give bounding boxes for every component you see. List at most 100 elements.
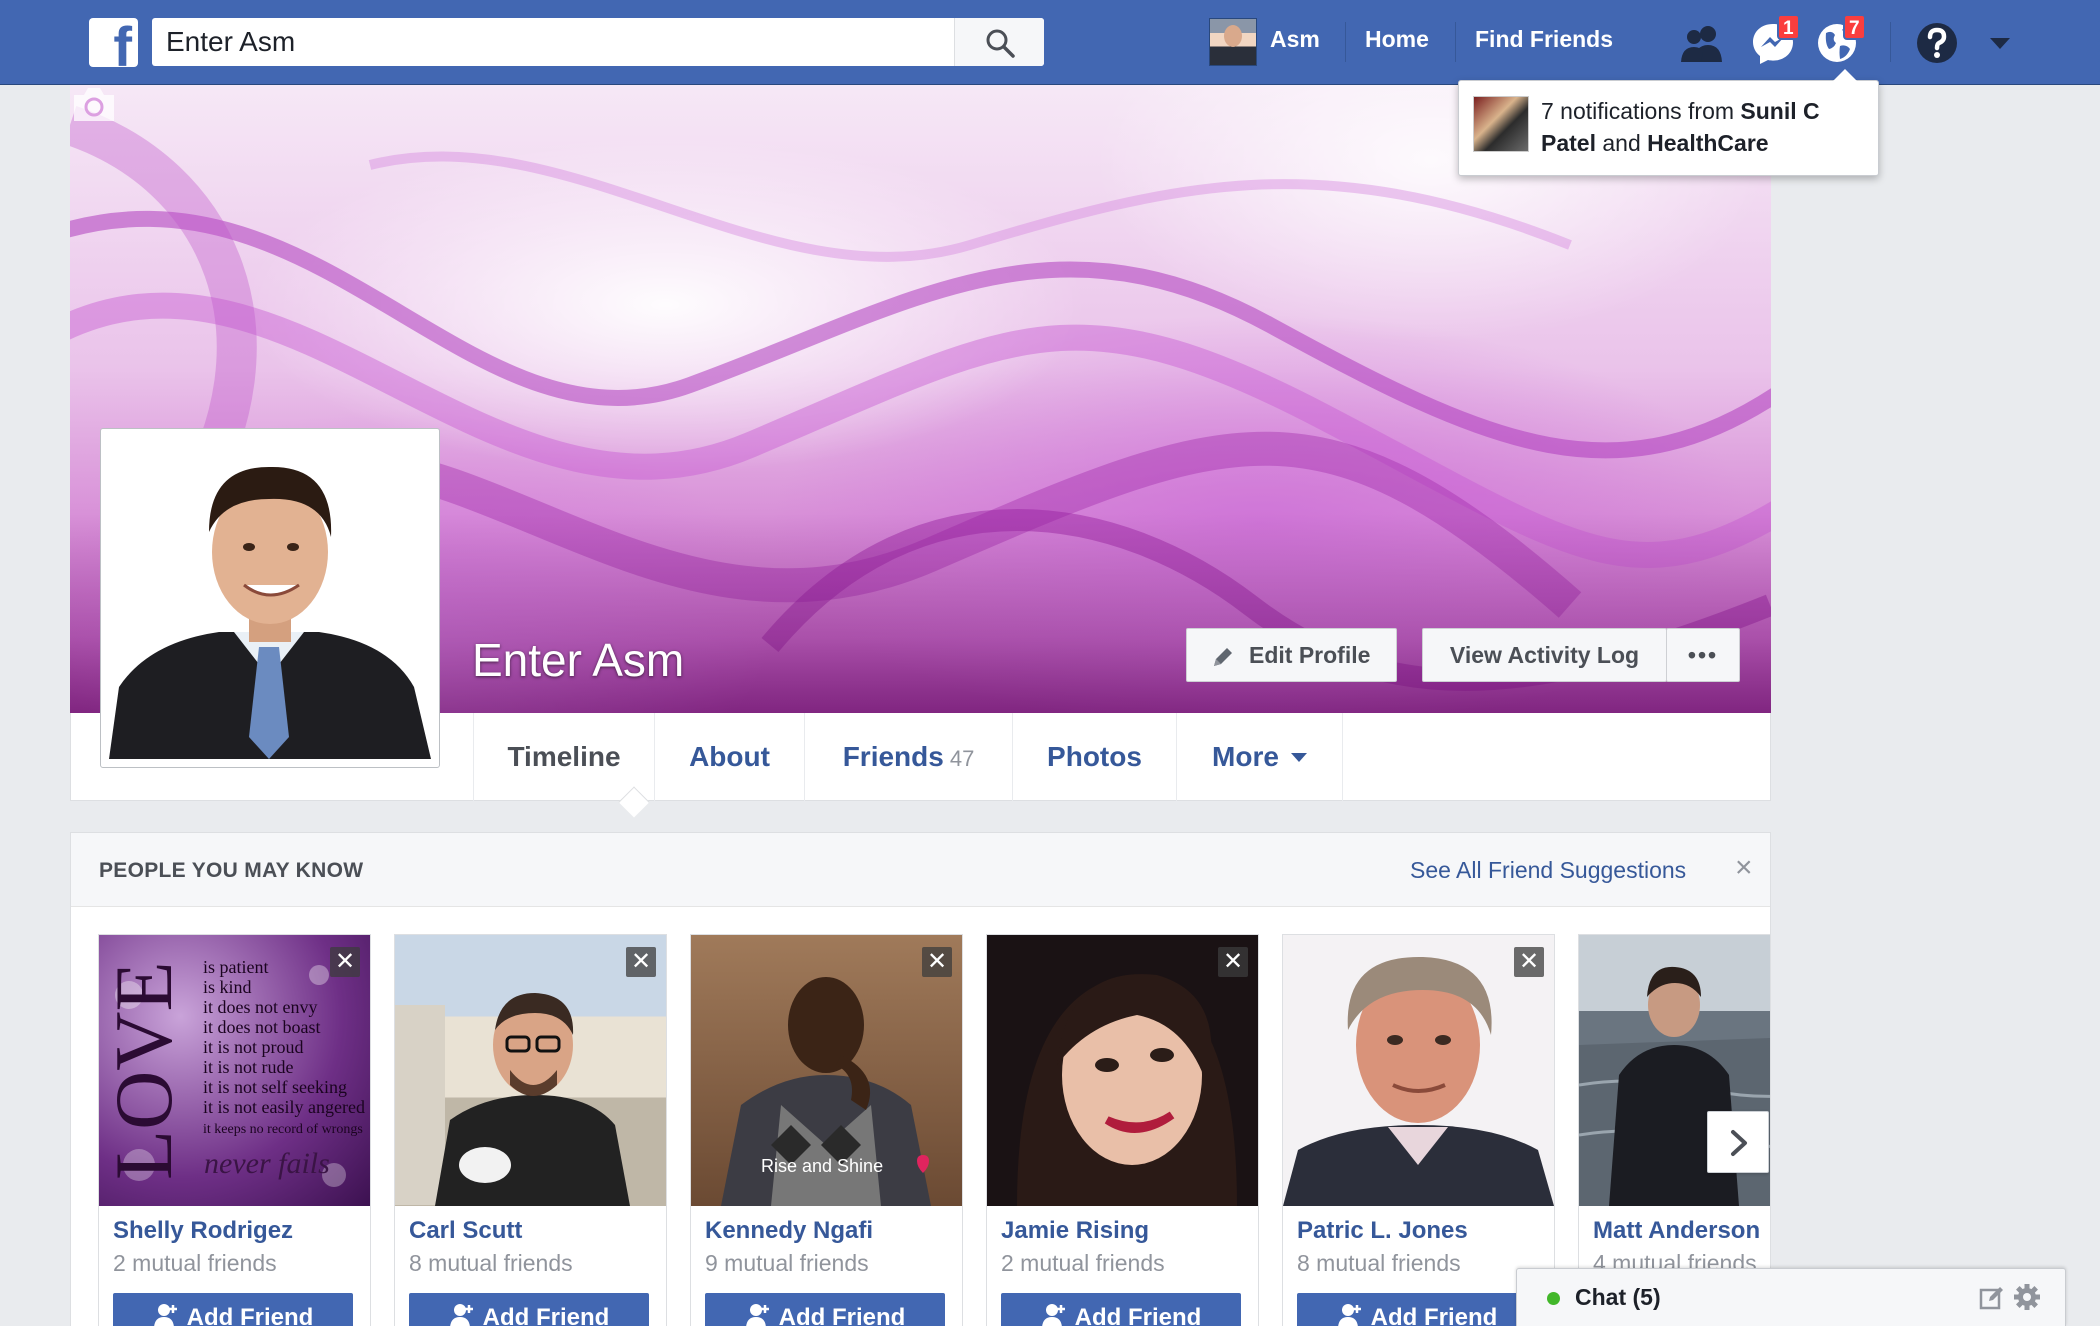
suggestion-name[interactable]: Carl Scutt [409, 1217, 522, 1245]
mutual-friends-count[interactable]: 9 mutual friends [705, 1250, 869, 1277]
notification-thumbnail [1473, 96, 1529, 152]
add-friend-icon [745, 1304, 769, 1326]
tab-about-label: About [689, 741, 770, 772]
notification-popup[interactable]: 7 notifications from Sunil C Patel and H… [1458, 69, 1879, 176]
suggestion-photo[interactable]: ✕ [1283, 935, 1554, 1206]
compose-icon[interactable] [1979, 1285, 2005, 1311]
search-button[interactable] [954, 18, 1044, 66]
love-line: it keeps no record of wrongs [203, 1122, 363, 1137]
profile-portrait [109, 437, 431, 759]
suggestion-name[interactable]: Shelly Rodrigez [113, 1217, 293, 1245]
pymk-title: PEOPLE YOU MAY KNOW [99, 859, 364, 882]
online-status-dot [1547, 1292, 1560, 1305]
mutual-friends-count[interactable]: 8 mutual friends [409, 1250, 573, 1277]
camera-icon[interactable] [70, 85, 118, 125]
suggestion-card: ✕ Carl Scutt 8 mutual friends Add Friend [394, 934, 667, 1326]
mutual-friends-count[interactable]: 2 mutual friends [1001, 1250, 1165, 1277]
add-friend-label: Add Friend [1074, 1304, 1202, 1326]
account-menu-button[interactable] [1985, 18, 2015, 68]
love-line: it does not boast [203, 1017, 321, 1037]
nav-find-friends-link[interactable]: Find Friends [1475, 26, 1613, 53]
tab-timeline[interactable]: Timeline [473, 713, 654, 801]
dismiss-suggestion-button[interactable]: ✕ [626, 947, 656, 977]
next-suggestions-button[interactable] [1707, 1111, 1769, 1173]
notification-connector: and [1595, 130, 1648, 156]
nav-user-avatar[interactable] [1209, 18, 1257, 66]
suggestion-name[interactable]: Kennedy Ngafi [705, 1217, 873, 1245]
tab-more[interactable]: More [1176, 713, 1343, 801]
caret-down-icon [1990, 38, 2010, 49]
mutual-friends-count[interactable]: 2 mutual friends [113, 1250, 277, 1277]
suggestion-photo[interactable]: Rise and Shine ✕ [691, 935, 962, 1206]
tab-about[interactable]: About [654, 713, 804, 801]
see-all-friend-suggestions-link[interactable]: See All Friend Suggestions [1410, 857, 1686, 884]
help-icon [1917, 23, 1957, 63]
nav-user-name[interactable]: Asm [1270, 26, 1320, 53]
add-friend-icon [1337, 1304, 1361, 1326]
help-button[interactable] [1912, 18, 1962, 68]
love-never-fails: never fails [204, 1147, 330, 1180]
view-activity-log-button[interactable]: View Activity Log [1422, 628, 1667, 682]
add-friend-button[interactable]: Add Friend [113, 1293, 353, 1326]
pymk-header: PEOPLE YOU MAY KNOW See All Friend Sugge… [71, 833, 1770, 907]
add-friend-button[interactable]: Add Friend [705, 1293, 945, 1326]
tab-friends[interactable]: Friends 47 [804, 713, 1012, 801]
love-line: is patient [203, 957, 269, 977]
add-friend-button[interactable]: Add Friend [409, 1293, 649, 1326]
notification-name-2[interactable]: HealthCare [1647, 130, 1768, 156]
suggestion-card: LOVE is patient is kind it does not envy… [98, 934, 371, 1326]
add-friend-button[interactable]: Add Friend [1297, 1293, 1537, 1326]
profile-name[interactable]: Enter Asm [472, 633, 684, 687]
nav-home-link[interactable]: Home [1365, 26, 1429, 53]
friend-requests-button[interactable] [1677, 18, 1727, 68]
search-input[interactable] [152, 18, 952, 66]
top-navigation-bar: f Asm Home Find Friends 1 [0, 0, 2100, 85]
profile-more-options-button[interactable]: ••• [1666, 628, 1740, 682]
suggestion-name[interactable]: Patric L. Jones [1297, 1217, 1468, 1245]
edit-profile-button[interactable]: Edit Profile [1186, 628, 1397, 682]
tab-timeline-label: Timeline [507, 741, 621, 772]
add-friend-label: Add Friend [778, 1304, 906, 1326]
dismiss-suggestion-button[interactable]: ✕ [1514, 947, 1544, 977]
profile-photo-image [109, 437, 431, 759]
dismiss-suggestion-button[interactable]: ✕ [1218, 947, 1248, 977]
suggestion-photo[interactable]: ✕ [395, 935, 666, 1206]
suggestion-name[interactable]: Matt Anderson [1593, 1217, 1760, 1245]
suggestion-photo[interactable]: LOVE is patient is kind it does not envy… [99, 935, 370, 1206]
dismiss-suggestion-button[interactable]: ✕ [922, 947, 952, 977]
suggestion-card: Rise and Shine ✕ Kennedy Ngafi 9 mutual … [690, 934, 963, 1326]
nav-divider [1890, 22, 1891, 62]
friends-count: 47 [949, 746, 975, 771]
dismiss-suggestion-button[interactable]: ✕ [330, 947, 360, 977]
nav-divider [1455, 22, 1456, 62]
nav-divider [1345, 22, 1346, 62]
profile-picture[interactable] [100, 428, 440, 768]
love-line: it does not envy [203, 997, 318, 1017]
love-line: it is not proud [203, 1037, 304, 1057]
pymk-close-button[interactable]: × [1735, 851, 1753, 885]
tab-photos-label: Photos [1047, 741, 1142, 772]
add-friend-label: Add Friend [1370, 1304, 1498, 1326]
pencil-icon [1214, 648, 1232, 666]
friend-requests-icon [1681, 26, 1722, 62]
add-friend-label: Add Friend [186, 1304, 314, 1326]
messages-badge: 1 [1777, 14, 1800, 40]
add-friend-button[interactable]: Add Friend [1001, 1293, 1241, 1326]
rise-and-shine-caption: Rise and Shine [761, 1156, 883, 1176]
add-friend-icon [153, 1304, 177, 1326]
notification-prefix: 7 notifications from [1541, 98, 1741, 124]
chat-bar[interactable]: Chat (5) [1516, 1268, 2066, 1326]
tab-more-label: More [1212, 741, 1279, 772]
chat-label[interactable]: Chat (5) [1575, 1284, 1661, 1311]
suggestion-card: ✕ Jamie Rising 2 mutual friends Add Frie… [986, 934, 1259, 1326]
love-line: it is not rude [203, 1057, 294, 1077]
gear-icon[interactable] [2013, 1283, 2041, 1311]
people-you-may-know-panel: PEOPLE YOU MAY KNOW See All Friend Sugge… [70, 832, 1771, 1326]
tab-photos[interactable]: Photos [1012, 713, 1176, 801]
facebook-logo[interactable]: f [89, 18, 138, 67]
suggestion-name[interactable]: Jamie Rising [1001, 1217, 1149, 1245]
caret-down-icon [1290, 753, 1307, 762]
add-friend-label: Add Friend [482, 1304, 610, 1326]
suggestion-photo[interactable]: ✕ [987, 935, 1258, 1206]
mutual-friends-count[interactable]: 8 mutual friends [1297, 1250, 1461, 1277]
